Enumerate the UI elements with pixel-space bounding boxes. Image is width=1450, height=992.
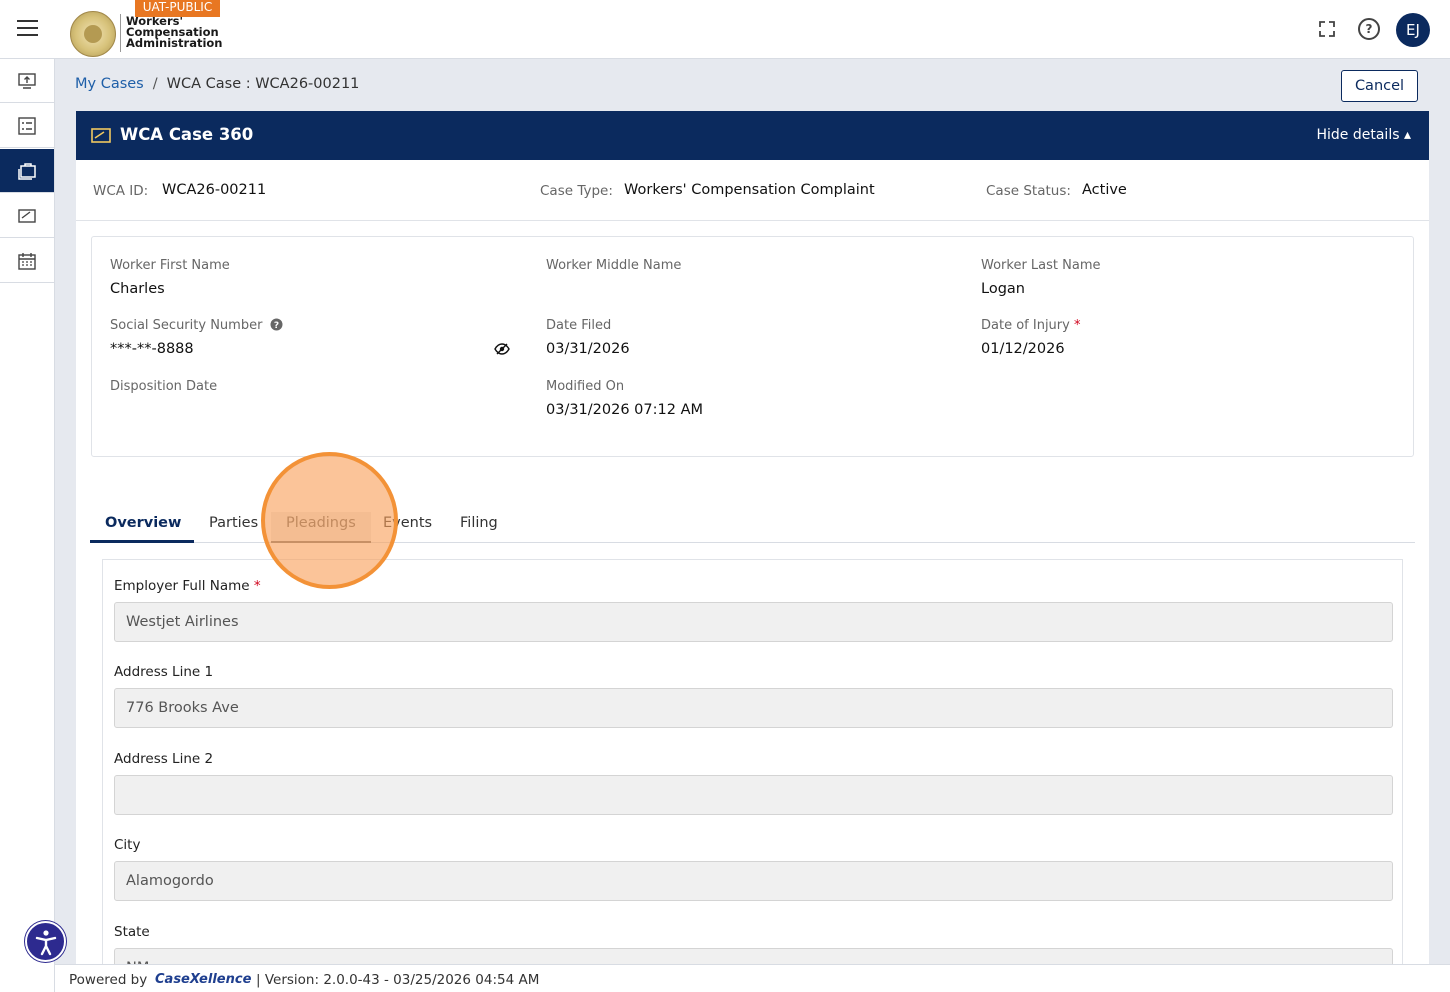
main-panel: Overview Parties Pleadings Events Filing… bbox=[76, 479, 1429, 988]
rail-calendar[interactable] bbox=[0, 239, 54, 283]
tab-overview[interactable]: Overview bbox=[90, 512, 194, 543]
tab-pleadings[interactable]: Pleadings bbox=[271, 512, 371, 543]
rail-upload[interactable] bbox=[0, 59, 54, 103]
employer-label-text: Employer Full Name bbox=[114, 578, 250, 594]
powered-by-text: Powered by bbox=[69, 972, 148, 988]
tab-events[interactable]: Events bbox=[368, 512, 447, 543]
breadcrumb-current: WCA Case : WCA26-00211 bbox=[166, 76, 360, 92]
modified-on-value: 03/31/2026 07:12 AM bbox=[546, 402, 704, 418]
rail-tasks[interactable] bbox=[0, 104, 54, 148]
calendar-icon bbox=[18, 252, 36, 270]
employer-label: Employer Full Name * bbox=[114, 578, 261, 594]
state-seal-icon bbox=[70, 11, 116, 57]
checklist-icon bbox=[18, 116, 36, 135]
last-name-value: Logan bbox=[981, 281, 1025, 297]
first-name-value: Charles bbox=[110, 281, 165, 297]
case-header: WCA Case 360 Hide details ▴ bbox=[76, 111, 1429, 160]
accessibility-icon bbox=[35, 929, 56, 955]
eye-toggle-icon[interactable] bbox=[494, 343, 510, 355]
worker-details-card: Worker First Name Charles Worker Middle … bbox=[91, 236, 1414, 457]
middle-name-label: Worker Middle Name bbox=[546, 258, 682, 273]
fullscreen-icon[interactable] bbox=[1316, 18, 1338, 40]
casexellence-logo: CaseXellence bbox=[155, 972, 252, 987]
modified-on-label: Modified On bbox=[546, 379, 625, 394]
top-bar: Workers' Compensation Administration UAT… bbox=[0, 0, 1450, 59]
disposition-date-label: Disposition Date bbox=[110, 379, 218, 394]
briefcase-icon bbox=[18, 162, 36, 180]
ssn-label: Social Security Number ? bbox=[110, 318, 283, 333]
rail-cases[interactable] bbox=[0, 149, 54, 193]
tab-parties[interactable]: Parties bbox=[194, 512, 273, 543]
cancel-button[interactable]: Cancel bbox=[1341, 70, 1418, 102]
breadcrumb: My Cases / WCA Case : WCA26-00211 bbox=[75, 76, 359, 92]
worker-details-section: Worker First Name Charles Worker Middle … bbox=[76, 221, 1429, 479]
accessibility-button[interactable] bbox=[25, 921, 66, 962]
case-summary: WCA ID: WCA26-00211 Case Type: Workers' … bbox=[76, 160, 1429, 221]
logo-line-3: Administration bbox=[126, 36, 223, 50]
wca-id-value: WCA26-00211 bbox=[162, 182, 267, 198]
case-status-label: Case Status: bbox=[986, 183, 1071, 199]
address2-field[interactable] bbox=[114, 775, 1393, 815]
wca-id-label: WCA ID: bbox=[93, 183, 149, 199]
case-type-label: Case Type: bbox=[540, 183, 613, 199]
svg-text:?: ? bbox=[273, 321, 278, 331]
footer: Powered by CaseXellence | Version: 2.0.0… bbox=[55, 964, 1450, 992]
document-icon bbox=[18, 208, 36, 223]
required-marker: * bbox=[253, 578, 261, 594]
date-of-injury-label: Date of Injury * bbox=[981, 318, 1080, 333]
address1-field[interactable] bbox=[114, 688, 1393, 728]
tab-filing[interactable]: Filing bbox=[445, 512, 513, 543]
address1-label: Address Line 1 bbox=[114, 664, 214, 680]
logo-text: Workers' Compensation Administration bbox=[126, 15, 236, 50]
upload-icon bbox=[18, 72, 36, 89]
breadcrumb-my-cases[interactable]: My Cases bbox=[75, 76, 144, 92]
case-icon bbox=[91, 128, 111, 143]
case-tabs: Overview Parties Pleadings Events Filing bbox=[90, 512, 1415, 543]
overview-form: Employer Full Name * Address Line 1 Addr… bbox=[102, 559, 1403, 988]
hide-details-toggle[interactable]: Hide details ▴ bbox=[1317, 127, 1412, 143]
menu-icon[interactable] bbox=[17, 20, 38, 36]
info-icon[interactable]: ? bbox=[270, 318, 283, 331]
ssn-label-text: Social Security Number bbox=[110, 318, 263, 333]
version-text: | Version: 2.0.0-43 - 03/25/2026 04:54 A… bbox=[256, 972, 540, 988]
city-field[interactable] bbox=[114, 861, 1393, 901]
date-filed-label: Date Filed bbox=[546, 318, 612, 333]
ssn-value: ***-**-8888 bbox=[110, 341, 194, 357]
required-marker: * bbox=[1073, 318, 1081, 333]
last-name-label: Worker Last Name bbox=[981, 258, 1101, 273]
breadcrumb-separator: / bbox=[152, 76, 158, 92]
date-of-injury-label-text: Date of Injury bbox=[981, 318, 1070, 333]
environment-badge: UAT-PUBLIC bbox=[135, 0, 220, 17]
date-filed-value: 03/31/2026 bbox=[546, 341, 630, 357]
address2-label: Address Line 2 bbox=[114, 751, 214, 767]
side-rail bbox=[0, 59, 55, 992]
case-type-value: Workers' Compensation Complaint bbox=[624, 182, 875, 198]
city-label: City bbox=[114, 837, 141, 853]
first-name-label: Worker First Name bbox=[110, 258, 230, 273]
rail-documents[interactable] bbox=[0, 194, 54, 238]
state-label: State bbox=[114, 924, 150, 940]
case-title: WCA Case 360 bbox=[120, 125, 254, 144]
employer-field[interactable] bbox=[114, 602, 1393, 642]
help-icon[interactable]: ? bbox=[1358, 18, 1380, 40]
logo-divider bbox=[120, 14, 121, 52]
date-of-injury-value: 01/12/2026 bbox=[981, 341, 1065, 357]
case-status-value: Active bbox=[1082, 182, 1127, 198]
user-avatar[interactable]: EJ bbox=[1396, 13, 1430, 47]
